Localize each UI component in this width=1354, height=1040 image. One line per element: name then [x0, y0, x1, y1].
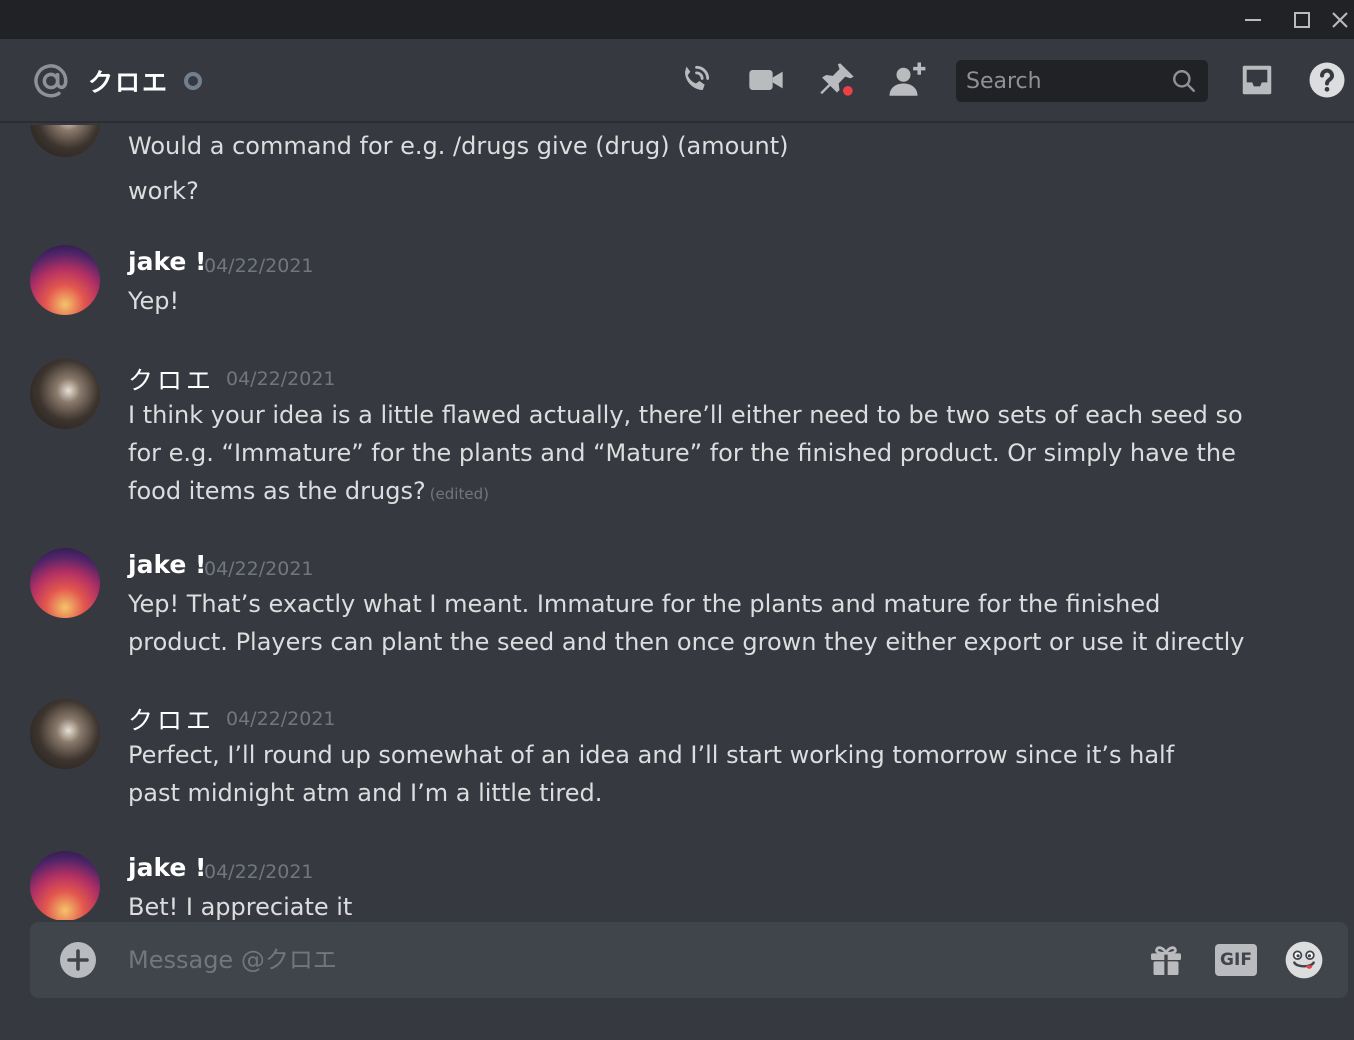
minimize-icon: [1245, 18, 1261, 21]
emoji-picker-button[interactable]: [1282, 938, 1326, 982]
edited-label: (edited): [429, 485, 489, 503]
add-attachment-button[interactable]: [60, 942, 96, 978]
window-titlebar: [0, 0, 1354, 39]
message-content: Yep!: [128, 287, 180, 315]
dm-header: クロエ: [0, 39, 1354, 123]
close-icon: [1332, 11, 1348, 28]
inbox-button[interactable]: [1236, 59, 1278, 101]
gif-picker-button[interactable]: GIF: [1214, 938, 1258, 982]
help-button[interactable]: [1306, 59, 1348, 101]
gift-icon: [1151, 946, 1181, 975]
add-friends-to-dm-icon: [889, 62, 926, 96]
kuroe-avatar[interactable]: [30, 359, 100, 429]
pinned-messages-icon: [820, 63, 855, 98]
jake-avatar[interactable]: [30, 851, 100, 920]
help-icon: [1309, 62, 1345, 98]
message-timestamp: 04/22/2021: [204, 558, 314, 580]
message-timestamp: 04/22/2021: [226, 368, 336, 390]
maximize-icon: [1294, 11, 1310, 28]
jake-avatar[interactable]: [30, 548, 100, 618]
maximize-button[interactable]: [1280, 0, 1324, 39]
message-content: Would a command for e.g. /drugs give (dr…: [128, 132, 789, 205]
pinned-messages-button[interactable]: [816, 59, 858, 101]
message-author[interactable]: jake !: [128, 550, 206, 579]
kuroe-avatar[interactable]: [30, 125, 100, 157]
message-text: I think your idea is a little flawed act…: [128, 401, 1243, 505]
jake-avatar[interactable]: [30, 245, 100, 315]
search-input[interactable]: [966, 66, 1166, 96]
minimize-button[interactable]: [1231, 0, 1275, 39]
emoji-icon: [1285, 941, 1323, 979]
search-bar[interactable]: [956, 60, 1208, 102]
search-icon: [1173, 70, 1195, 92]
message-timestamp: 04/22/2021: [204, 861, 314, 883]
close-button[interactable]: [1330, 0, 1354, 39]
add-friends-to-dm-button[interactable]: [886, 59, 928, 101]
message-content: I think your idea is a little flawed act…: [128, 396, 1248, 513]
start-video-call-button[interactable]: [745, 59, 787, 101]
message-composer: GIF: [30, 922, 1348, 998]
start-video-call-icon: [749, 70, 783, 90]
offline-status-indicator: [184, 72, 202, 90]
start-voice-call-button[interactable]: [674, 59, 716, 101]
message-timestamp: 04/22/2021: [226, 708, 336, 730]
at-sign-icon: [34, 64, 68, 98]
message-content: Yep! That’s exactly what I meant. Immatu…: [128, 590, 1245, 656]
add-attachment-icon: [67, 949, 89, 971]
kuroe-avatar[interactable]: [30, 699, 100, 769]
inbox-icon: [1242, 65, 1272, 95]
dm-recipient-name[interactable]: クロエ: [88, 63, 169, 99]
message-input[interactable]: [128, 940, 1108, 980]
message-timestamp: 04/22/2021: [204, 255, 314, 277]
message-author[interactable]: jake !: [128, 853, 206, 882]
message-content: Bet! I appreciate it: [128, 893, 353, 920]
message-author[interactable]: jake !: [128, 247, 206, 276]
message-author[interactable]: クロエ: [128, 361, 215, 397]
start-voice-call-icon: [685, 65, 710, 90]
message-author[interactable]: クロエ: [128, 701, 215, 737]
gif-icon: GIF: [1215, 944, 1257, 976]
message-content: Perfect, I’ll round up somewhat of an id…: [128, 741, 1175, 807]
send-gift-button[interactable]: [1144, 938, 1188, 982]
message-list[interactable]: Would a command for e.g. /drugs give (dr…: [0, 125, 1354, 920]
